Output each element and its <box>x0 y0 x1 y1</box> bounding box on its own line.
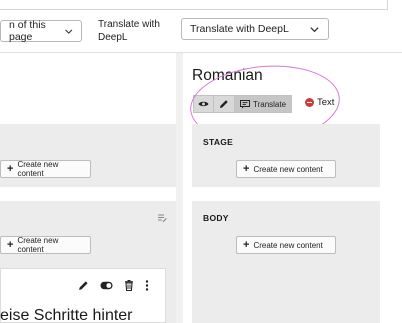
pencil-icon[interactable] <box>78 280 89 291</box>
create-new-content-button[interactable]: + Create new content <box>0 160 91 178</box>
create-label: Create new content <box>17 236 59 254</box>
translate-mode-select[interactable]: Translate with DeepL <box>181 18 329 40</box>
plus-icon: + <box>243 238 250 251</box>
create-new-content-button[interactable]: + Create new content <box>236 160 336 178</box>
translate-label: Translate with DeepL <box>98 18 160 44</box>
body-title: BODY <box>203 213 229 223</box>
edit-lines-icon[interactable] <box>157 213 167 223</box>
create-new-content-button[interactable]: + Create new content <box>236 236 336 254</box>
plus-icon: + <box>243 162 250 175</box>
translate-label-line2: DeepL <box>98 32 128 43</box>
plus-icon: + <box>7 238 14 251</box>
translate-mode-value: Translate with DeepL <box>190 23 289 35</box>
create-label: Create new content <box>253 240 323 250</box>
position-select[interactable]: n of this page <box>0 19 82 43</box>
create-label: Create new content <box>253 164 323 174</box>
translate-label-line1: Translate with <box>98 19 160 30</box>
chevron-down-icon <box>64 29 72 34</box>
trash-icon[interactable] <box>124 280 134 291</box>
more-vertical-icon[interactable] <box>145 280 149 291</box>
create-label: Create new content <box>17 160 59 178</box>
content-element-actions <box>78 280 149 291</box>
position-select-value: n of this page <box>9 19 46 43</box>
create-new-content-button[interactable]: + Create new content <box>0 236 91 254</box>
content-element-text: eise Schritte hinter <box>0 307 133 323</box>
top-card <box>0 0 388 10</box>
toggle-icon[interactable] <box>100 281 113 290</box>
chevron-down-icon <box>310 26 319 32</box>
plus-icon: + <box>7 162 14 175</box>
stage-title: STAGE <box>203 137 234 147</box>
